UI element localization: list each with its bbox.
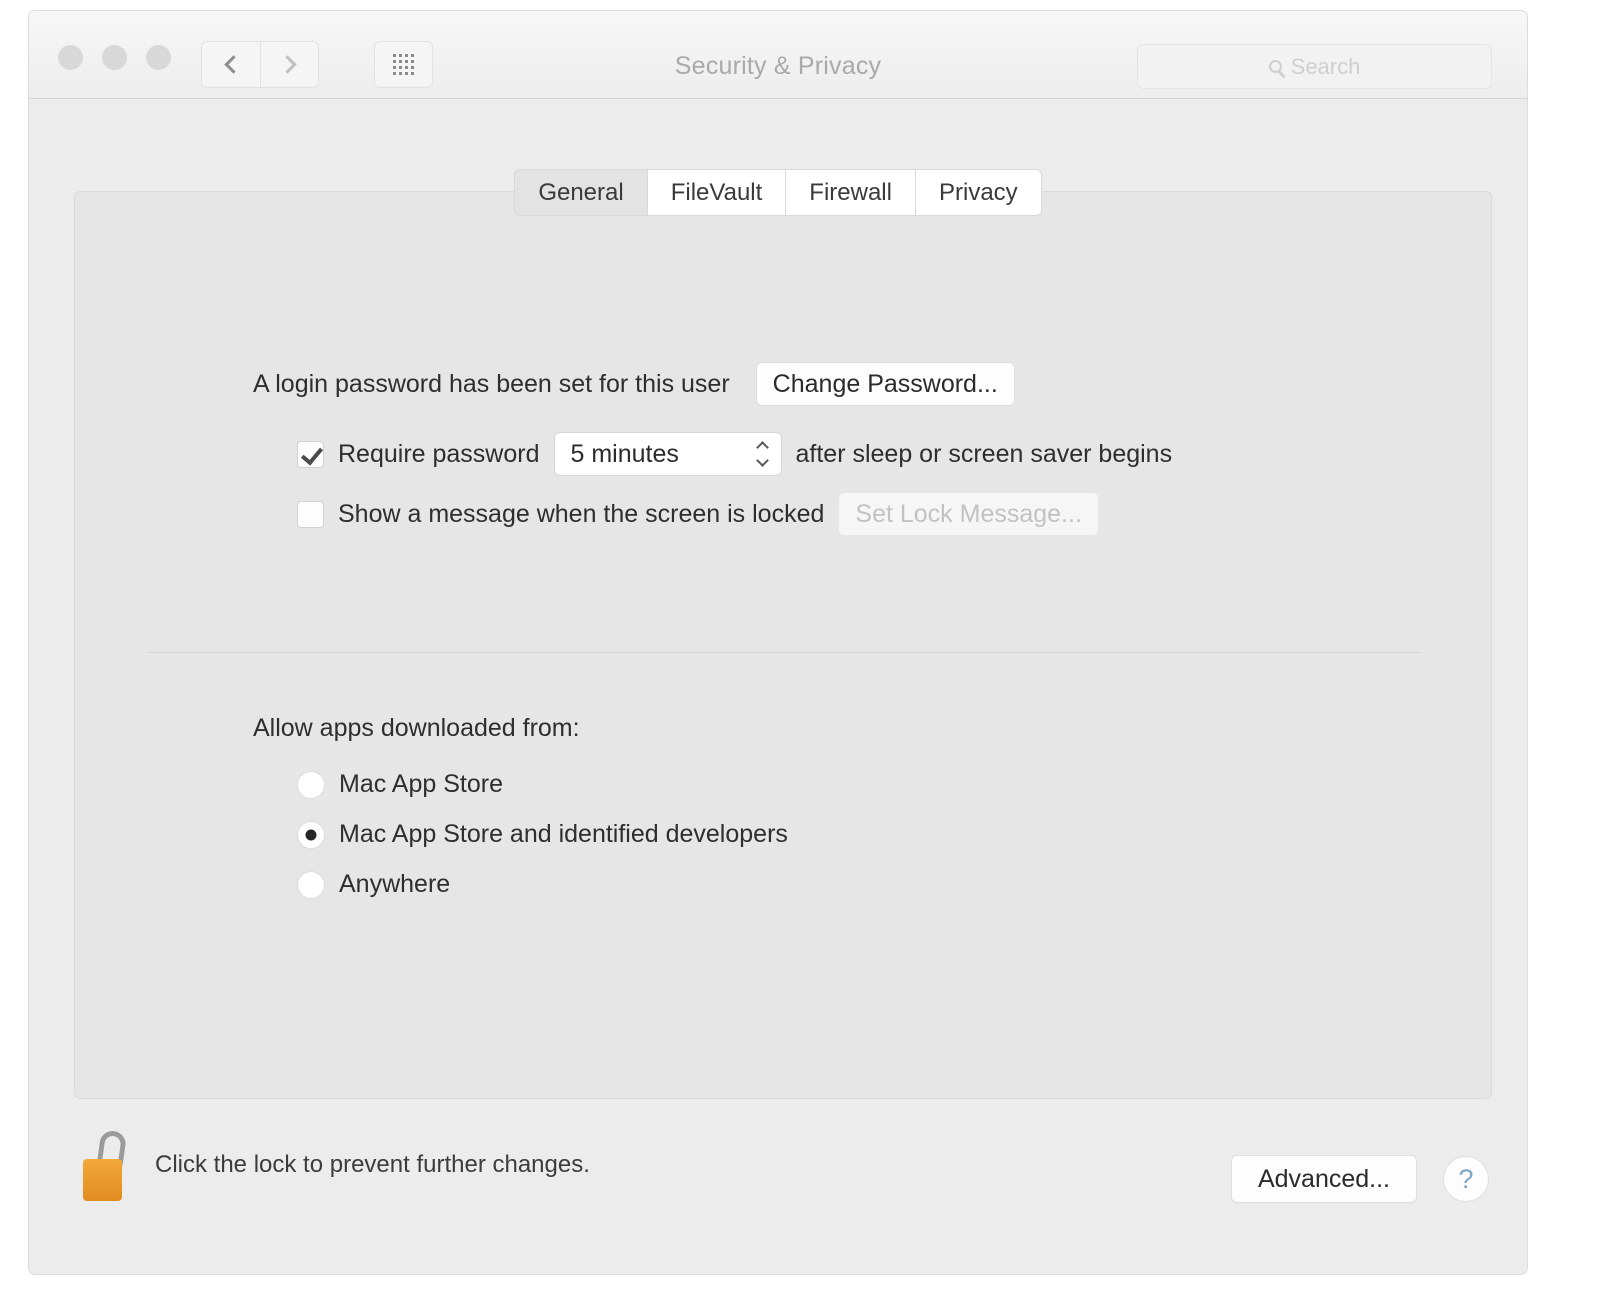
require-password-checkbox[interactable] — [297, 440, 324, 468]
show-lock-message-label: Show a message when the screen is locked — [338, 499, 825, 528]
chevron-updown-icon — [755, 441, 769, 467]
help-button[interactable]: ? — [1443, 1156, 1489, 1202]
system-preferences-window: Security & Privacy Search General FileVa… — [28, 10, 1528, 1275]
radio-option-anywhere[interactable]: Anywhere — [297, 870, 450, 899]
change-password-button[interactable]: Change Password... — [755, 362, 1015, 406]
footer-actions: Advanced... ? — [1230, 1155, 1489, 1203]
require-password-label: Require password — [338, 439, 540, 468]
radio-option-mac-app-store[interactable]: Mac App Store — [297, 770, 503, 799]
radio-label: Anywhere — [339, 870, 451, 898]
login-password-label: A login password has been set for this u… — [253, 369, 730, 398]
tab-privacy[interactable]: Privacy — [915, 169, 1042, 216]
radio-option-identified-developers[interactable]: Mac App Store and identified developers — [297, 820, 788, 849]
radio-label: Mac App Store and identified developers — [339, 820, 788, 848]
radio-label: Mac App Store — [339, 770, 503, 798]
tab-filevault[interactable]: FileVault — [647, 169, 787, 216]
radio-button[interactable] — [297, 770, 325, 799]
login-password-row: A login password has been set for this u… — [253, 362, 1015, 406]
search-icon — [1268, 60, 1282, 73]
set-lock-message-button[interactable]: Set Lock Message... — [838, 492, 1099, 536]
allow-apps-heading: Allow apps downloaded from: — [253, 714, 580, 742]
show-lock-message-checkbox[interactable] — [297, 500, 324, 528]
radio-button[interactable] — [297, 870, 325, 899]
window-titlebar: Security & Privacy Search — [29, 11, 1527, 99]
lock-caption: Click the lock to prevent further change… — [155, 1151, 590, 1178]
preferences-body: General FileVault Firewall Privacy A log… — [29, 99, 1527, 1274]
tab-firewall[interactable]: Firewall — [786, 169, 916, 216]
advanced-button[interactable]: Advanced... — [1230, 1155, 1417, 1203]
lock-control[interactable]: Click the lock to prevent further change… — [77, 1129, 590, 1201]
tab-bar: General FileVault Firewall Privacy — [29, 169, 1527, 216]
search-input[interactable]: Search — [1137, 44, 1492, 89]
general-tab-panel: A login password has been set for this u… — [74, 191, 1492, 1099]
radio-button[interactable] — [297, 820, 325, 849]
tab-general[interactable]: General — [514, 169, 648, 216]
unlocked-padlock-icon[interactable] — [77, 1129, 133, 1201]
search-placeholder: Search — [1290, 53, 1361, 79]
require-password-row: Require password 5 minutes after sleep o… — [297, 432, 1172, 476]
show-lock-message-row: Show a message when the screen is locked… — [297, 492, 1099, 536]
require-password-interval-value: 5 minutes — [570, 439, 679, 468]
require-password-interval-select[interactable]: 5 minutes — [553, 432, 782, 476]
section-divider — [147, 652, 1422, 653]
require-password-suffix: after sleep or screen saver begins — [795, 439, 1173, 468]
